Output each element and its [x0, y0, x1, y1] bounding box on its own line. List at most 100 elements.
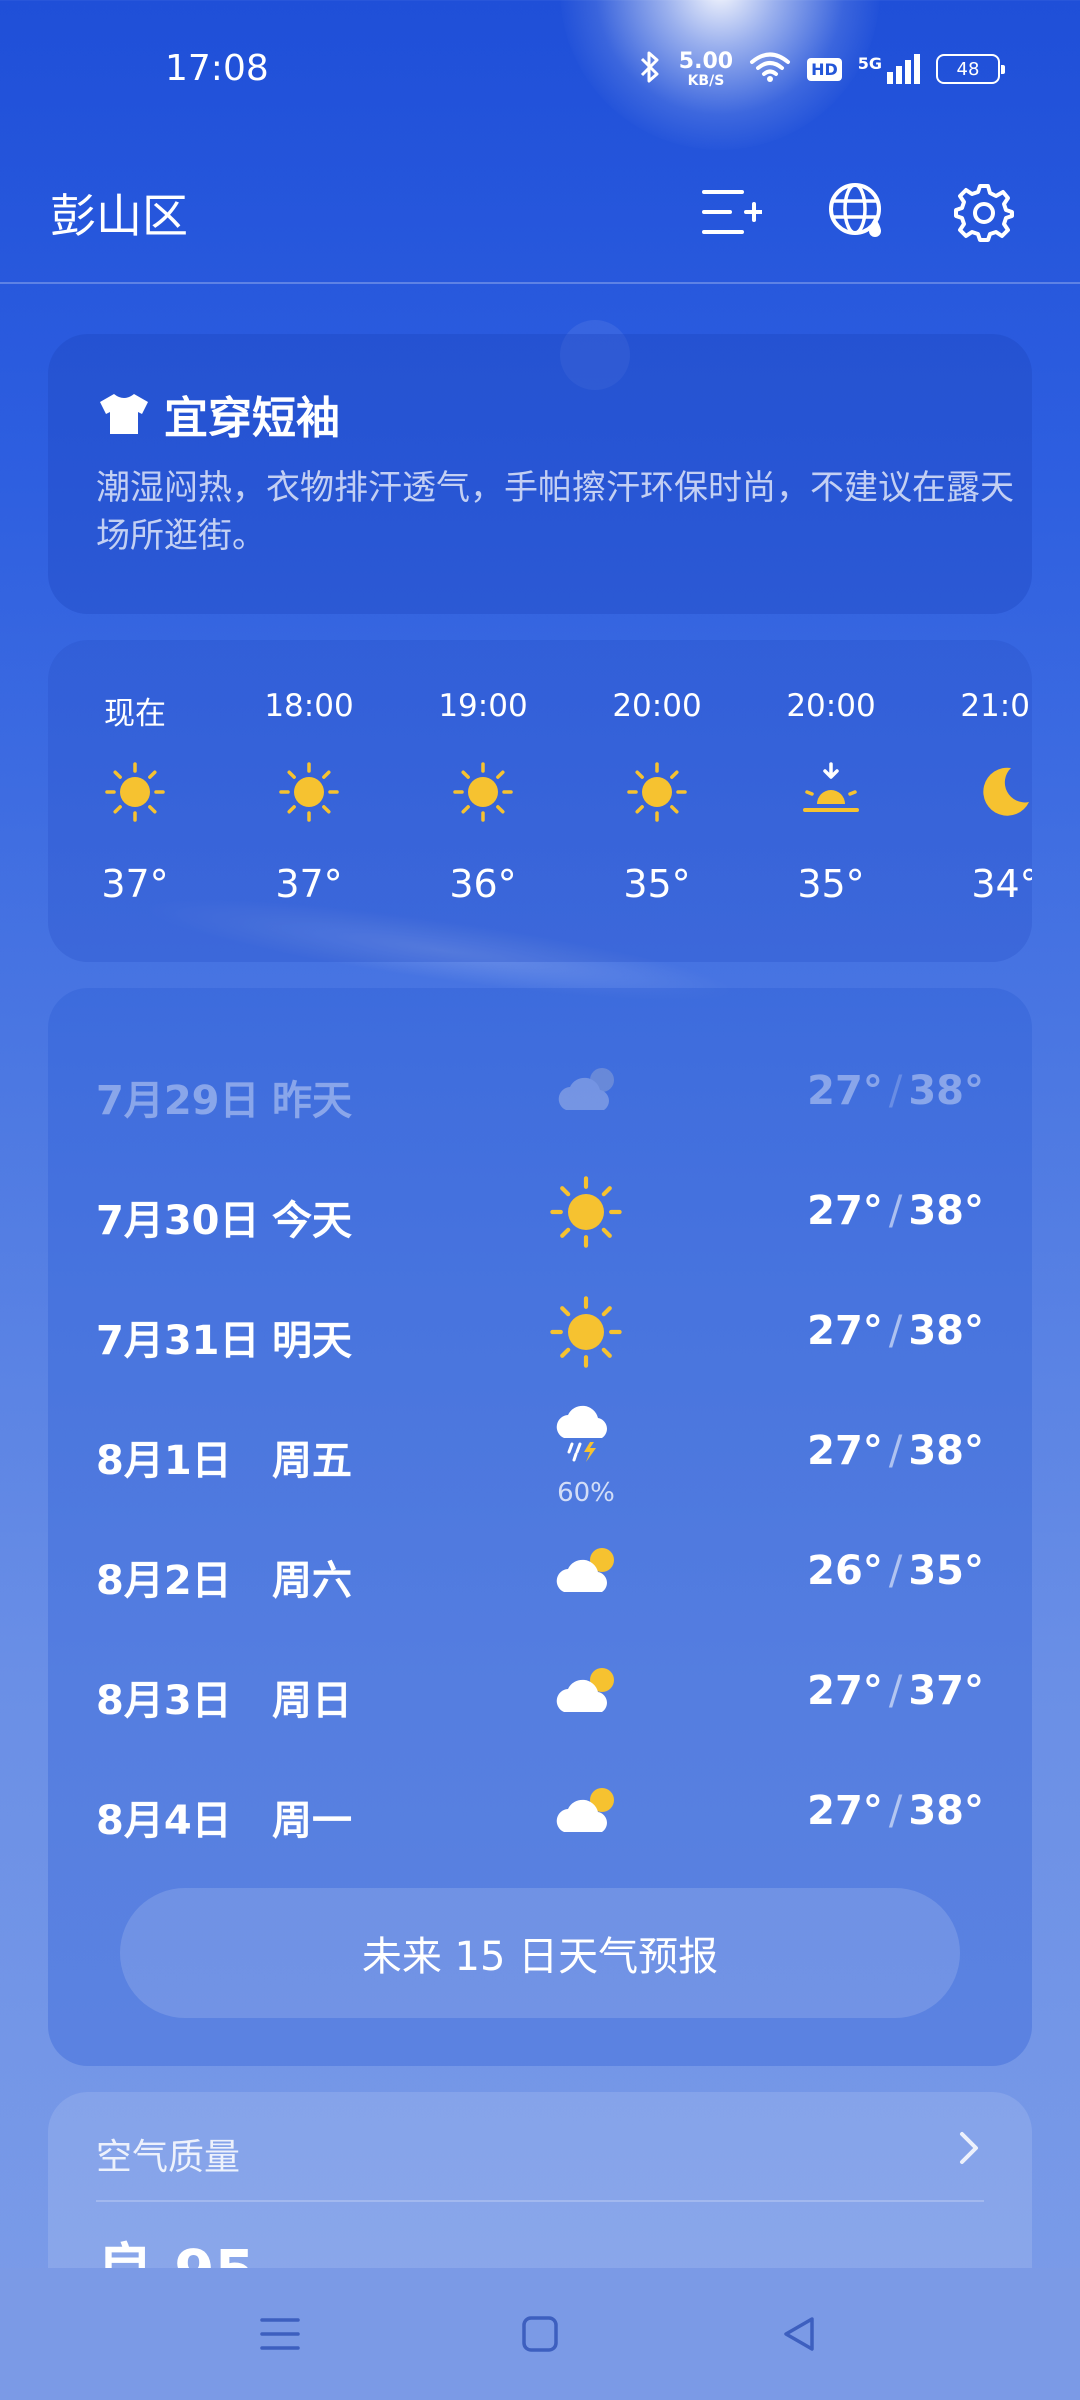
- daily-date: 8月4日: [96, 1798, 232, 1844]
- temp-separator: /: [888, 1068, 903, 1114]
- back-nav-button[interactable]: [770, 2304, 830, 2364]
- hourly-time: 21:00: [960, 688, 1032, 724]
- home-nav-button[interactable]: [510, 2304, 570, 2364]
- daily-high-temp: 38°: [908, 1308, 984, 1354]
- daily-high-temp: 35°: [908, 1548, 984, 1594]
- status-icons: 5.00 KB/S HD 5G 48: [637, 48, 1005, 89]
- daily-low-temp: 27°: [807, 1308, 883, 1354]
- hourly-temperature: 36°: [449, 862, 517, 906]
- daily-low-temp: 26°: [807, 1548, 883, 1594]
- sun-icon: [550, 1176, 622, 1248]
- divider: [96, 2200, 984, 2202]
- daily-weekday: 周六: [272, 1558, 352, 1604]
- hourly-item: 21:00 34°: [918, 640, 1032, 962]
- daily-forecast-row[interactable]: 8月4日 周一 27°/38°: [48, 1748, 1032, 1868]
- moon-icon: [975, 762, 1032, 822]
- daily-low-temp: 27°: [807, 1788, 883, 1834]
- daily-temperature-range: 27°/37°: [807, 1668, 984, 1714]
- chevron-right-icon: [948, 2128, 988, 2168]
- back-triangle-icon: [784, 2317, 814, 2351]
- daily-forecast-card: 7月29日 昨天 27°/38° 7月30日 今天 27°/38° 7月31日 …: [48, 988, 1032, 2066]
- hourly-forecast-row[interactable]: 现在 37° 18:00 37° 19:00 36° 20:00 35° 20:…: [48, 640, 1032, 962]
- daily-forecast-row[interactable]: 8月3日 周日 27°/37°: [48, 1628, 1032, 1748]
- partly-cloudy-icon: [550, 1536, 622, 1608]
- cloudy-night-icon: [550, 1056, 622, 1128]
- hourly-time: 现在: [104, 696, 166, 732]
- settings-button[interactable]: [950, 178, 1018, 246]
- home-square-icon: [522, 2316, 558, 2352]
- daily-high-temp: 38°: [908, 1428, 984, 1474]
- daily-forecast-row[interactable]: 8月1日 周五 60% 27°/38°: [48, 1388, 1032, 1508]
- hourly-item: 18:00 37°: [222, 640, 396, 962]
- daily-date: 8月2日: [96, 1558, 232, 1604]
- daily-weekday: 明天: [272, 1318, 352, 1364]
- hourly-temperature: 37°: [275, 862, 343, 906]
- hourly-temperature: 35°: [797, 862, 865, 906]
- temp-separator: /: [888, 1188, 903, 1234]
- temp-separator: /: [888, 1668, 903, 1714]
- air-quality-title: 空气质量: [96, 2137, 241, 2178]
- daily-weekday: 周五: [272, 1438, 352, 1484]
- manage-cities-button[interactable]: [698, 178, 766, 246]
- daily-high-temp: 37°: [908, 1668, 984, 1714]
- global-weather-button[interactable]: [824, 178, 892, 246]
- thunder-rain-icon: [550, 1396, 622, 1468]
- daily-low-temp: 27°: [807, 1068, 883, 1114]
- header: 彭山区: [0, 140, 1080, 284]
- daily-forecast-row[interactable]: 7月29日 昨天 27°/38°: [48, 1028, 1032, 1148]
- battery-level: 48: [956, 58, 980, 80]
- clothing-tip-description: 潮湿闷热，衣物排汗透气，手帕擦汗环保时尚，不建议在露天场所逛街。: [96, 468, 1014, 556]
- fifteen-day-forecast-button[interactable]: 未来 15 日天气预报: [120, 1888, 960, 2018]
- daily-high-temp: 38°: [908, 1788, 984, 1834]
- hourly-item: 19:00 36°: [396, 640, 570, 962]
- hourly-temperature: 34°: [971, 862, 1032, 906]
- daily-weekday: 昨天: [272, 1078, 352, 1124]
- hourly-time: 18:00: [264, 688, 354, 724]
- sunset-icon: [801, 762, 861, 822]
- daily-forecast-row[interactable]: 7月30日 今天 27°/38°: [48, 1148, 1032, 1268]
- bluetooth-icon: [637, 50, 663, 88]
- sun-icon: [627, 762, 687, 822]
- cellular-signal-icon: 5G: [858, 54, 920, 84]
- partly-cloudy-icon: [550, 1656, 622, 1728]
- daily-forecast-row[interactable]: 8月2日 周六 26°/35°: [48, 1508, 1032, 1628]
- sun-icon: [105, 762, 165, 822]
- list-add-icon: [702, 190, 762, 234]
- hourly-item: 现在 37°: [48, 640, 222, 962]
- daily-temperature-range: 27°/38°: [807, 1428, 984, 1474]
- city-name[interactable]: 彭山区: [50, 180, 188, 246]
- daily-forecast-row[interactable]: 7月31日 明天 27°/38°: [48, 1268, 1032, 1388]
- globe-rain-icon: [829, 183, 881, 237]
- daily-low-temp: 27°: [807, 1668, 883, 1714]
- hourly-temperature: 35°: [623, 862, 691, 906]
- menu-nav-button[interactable]: [250, 2304, 310, 2364]
- clothing-tip-title: 宜穿短袖: [96, 382, 340, 446]
- temp-separator: /: [888, 1428, 903, 1474]
- daily-high-temp: 38°: [908, 1188, 984, 1234]
- menu-icon: [260, 2318, 300, 2350]
- network-speed-unit: KB/S: [687, 72, 725, 89]
- daily-date: 8月1日: [96, 1438, 232, 1484]
- hourly-time: 20:00: [612, 688, 702, 724]
- status-bar: 17:08 5.00 KB/S HD 5G 48: [0, 0, 1080, 140]
- network-speed: 5.00 KB/S: [678, 48, 734, 89]
- clothing-tip-card[interactable]: 宜穿短袖 潮湿闷热，衣物排汗透气，手帕擦汗环保时尚，不建议在露天场所逛街。: [48, 334, 1032, 614]
- hd-badge: HD: [807, 57, 842, 81]
- status-time: 17:08: [165, 48, 269, 89]
- temp-separator: /: [888, 1788, 903, 1834]
- sun-icon: [279, 762, 339, 822]
- daily-weekday: 周一: [272, 1798, 352, 1844]
- daily-weekday: 今天: [272, 1198, 352, 1244]
- daily-temperature-range: 27°/38°: [807, 1068, 984, 1114]
- daily-temperature-range: 27°/38°: [807, 1188, 984, 1234]
- hourly-time: 19:00: [438, 688, 528, 724]
- sun-icon: [550, 1296, 622, 1368]
- sun-icon: [453, 762, 513, 822]
- daily-date: 7月30日: [96, 1198, 260, 1244]
- daily-low-temp: 27°: [807, 1188, 883, 1234]
- daily-high-temp: 38°: [908, 1068, 984, 1114]
- daily-low-temp: 27°: [807, 1428, 883, 1474]
- hourly-forecast-card[interactable]: 现在 37° 18:00 37° 19:00 36° 20:00 35° 20:…: [48, 640, 1032, 962]
- network-speed-value: 5.00: [678, 48, 734, 74]
- daily-weekday: 周日: [272, 1678, 352, 1724]
